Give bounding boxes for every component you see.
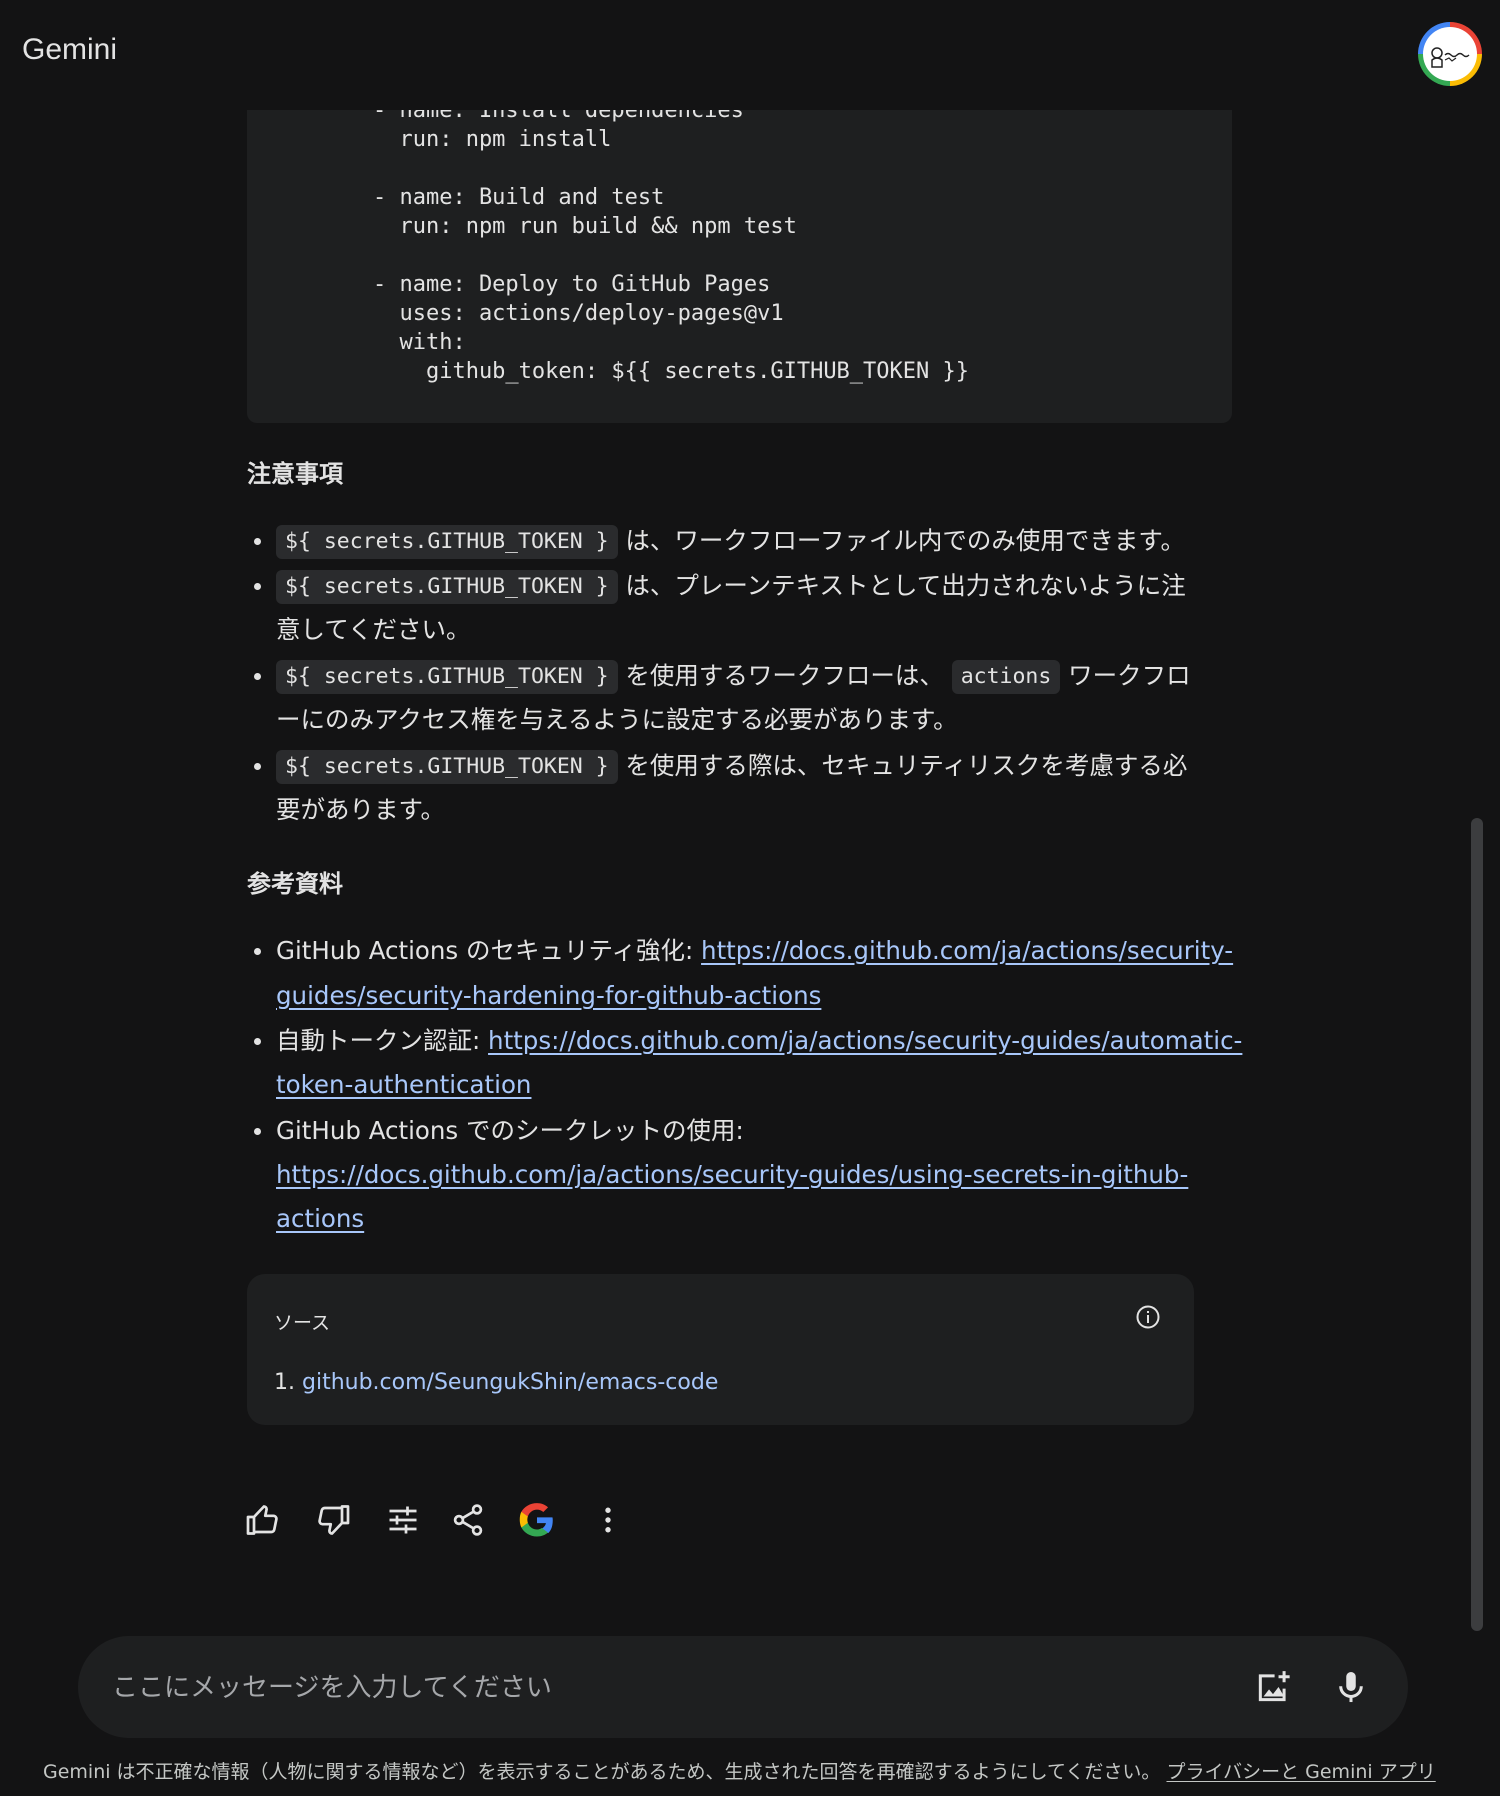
notes-item-text: ワークフロ xyxy=(1068,661,1191,690)
message-input-bar xyxy=(78,1636,1408,1738)
code-line: run: npm run build && npm test xyxy=(320,214,797,239)
microphone-icon[interactable] xyxy=(1332,1668,1370,1706)
source-number: 1. xyxy=(274,1370,295,1395)
bullet xyxy=(254,763,261,770)
avatar-image xyxy=(1423,27,1477,81)
code-chip: ${ secrets.GITHUB_TOKEN } xyxy=(276,660,618,694)
reference-item-3-cont2: actions xyxy=(276,1197,364,1241)
footer-disclaimer: Gemini は不正確な情報（人物に関する情報など）を表示することがあるため、生… xyxy=(43,1757,1436,1784)
reference-link[interactable]: https://docs.github.com/ja/actions/secur… xyxy=(488,1026,1242,1055)
code-chip: ${ secrets.GITHUB_TOKEN } xyxy=(276,750,618,784)
app-title[interactable]: Gemini xyxy=(22,33,117,67)
code-line: uses: actions/deploy-pages@v1 xyxy=(320,301,784,326)
tune-icon[interactable] xyxy=(385,1502,421,1538)
notes-item-1: ${ secrets.GITHUB_TOKEN } は、ワークフローファイル内で… xyxy=(276,519,1185,563)
code-chip: ${ secrets.GITHUB_TOKEN } xyxy=(276,525,618,559)
reference-item-3: GitHub Actions でのシークレットの使用: xyxy=(276,1109,744,1153)
reference-link[interactable]: https://docs.github.com/ja/actions/secur… xyxy=(276,1160,1188,1189)
code-line: run: npm install xyxy=(320,127,612,152)
message-input[interactable] xyxy=(110,1664,1204,1712)
bullet xyxy=(254,948,261,955)
code-line: with: xyxy=(320,330,466,355)
notes-item-3: ${ secrets.GITHUB_TOKEN } を使用するワークフローは、 … xyxy=(276,654,1191,698)
top-bar: Gemini xyxy=(0,0,1500,110)
more-vert-icon[interactable] xyxy=(590,1502,626,1538)
footer-text: Gemini は不正確な情報（人物に関する情報など）を表示することがあるため、生… xyxy=(43,1761,1161,1783)
bullet xyxy=(254,1128,261,1135)
notes-item-text: を使用する際は、セキュリティリスクを考慮する必 xyxy=(625,751,1188,780)
bullet xyxy=(254,538,261,545)
sources-card: ソース 1. github.com/SeungukShin/emacs-code xyxy=(247,1274,1194,1425)
source-item: 1. github.com/SeungukShin/emacs-code xyxy=(274,1370,718,1395)
references-heading: 参考資料 xyxy=(247,870,343,898)
notes-item-4-cont: 要があります。 xyxy=(276,795,446,824)
source-link[interactable]: github.com/SeungukShin/emacs-code xyxy=(302,1370,718,1395)
privacy-link[interactable]: プライバシーと Gemini アプリ xyxy=(1166,1761,1435,1783)
code-line: - name: Build and test xyxy=(320,185,665,210)
code-line: github_token: ${{ secrets.GITHUB_TOKEN }… xyxy=(320,359,970,384)
reference-item-1: GitHub Actions のセキュリティ強化: https://docs.g… xyxy=(276,929,1233,973)
bullet xyxy=(254,673,261,680)
reference-label: GitHub Actions でのシークレットの使用: xyxy=(276,1116,744,1145)
share-icon[interactable] xyxy=(450,1502,486,1538)
reference-link[interactable]: https://docs.github.com/ja/actions/secur… xyxy=(701,936,1233,965)
bullet xyxy=(254,583,261,590)
reference-link[interactable]: guides/security-hardening-for-github-act… xyxy=(276,981,821,1010)
notes-item-text: は、ワークフローファイル内でのみ使用できます。 xyxy=(625,526,1185,555)
notes-heading: 注意事項 xyxy=(247,460,343,488)
reference-item-2: 自動トークン認証: https://docs.github.com/ja/act… xyxy=(276,1019,1242,1063)
notes-item-text: を使用するワークフローは、 xyxy=(625,661,944,690)
reference-link[interactable]: token-authentication xyxy=(276,1070,531,1099)
add-image-icon[interactable] xyxy=(1254,1668,1292,1706)
scrollbar[interactable] xyxy=(1471,818,1483,1631)
reference-label: GitHub Actions のセキュリティ強化: xyxy=(276,936,702,965)
reference-item-1-cont: guides/security-hardening-for-github-act… xyxy=(276,974,821,1018)
notes-item-2: ${ secrets.GITHUB_TOKEN } は、プレーンテキストとして出… xyxy=(276,564,1186,608)
reference-label: 自動トークン認証: xyxy=(276,1026,489,1055)
thumb-up-icon[interactable] xyxy=(245,1502,281,1538)
thumb-down-icon[interactable] xyxy=(315,1502,351,1538)
code-block: - name: Install dependencies run: npm in… xyxy=(247,105,1232,423)
avatar[interactable] xyxy=(1418,22,1482,86)
reference-item-2-cont: token-authentication xyxy=(276,1063,531,1107)
notes-item-3-cont: ーにのみアクセス権を与えるように設定する必要があります。 xyxy=(276,705,958,734)
notes-item-text: は、プレーンテキストとして出力されないように注 xyxy=(625,571,1186,600)
sources-label: ソース xyxy=(274,1312,331,1334)
code-line: - name: Deploy to GitHub Pages xyxy=(320,272,771,297)
notes-item-4: ${ secrets.GITHUB_TOKEN } を使用する際は、セキュリティ… xyxy=(276,744,1187,788)
code-chip: actions xyxy=(951,660,1061,694)
bullet xyxy=(254,1038,261,1045)
notes-item-2-cont: 意してください。 xyxy=(276,615,471,644)
code-chip: ${ secrets.GITHUB_TOKEN } xyxy=(276,570,618,604)
info-icon[interactable] xyxy=(1135,1304,1161,1330)
reference-link[interactable]: actions xyxy=(276,1204,364,1233)
google-icon[interactable] xyxy=(519,1502,555,1538)
reference-item-3-cont: https://docs.github.com/ja/actions/secur… xyxy=(276,1153,1188,1197)
